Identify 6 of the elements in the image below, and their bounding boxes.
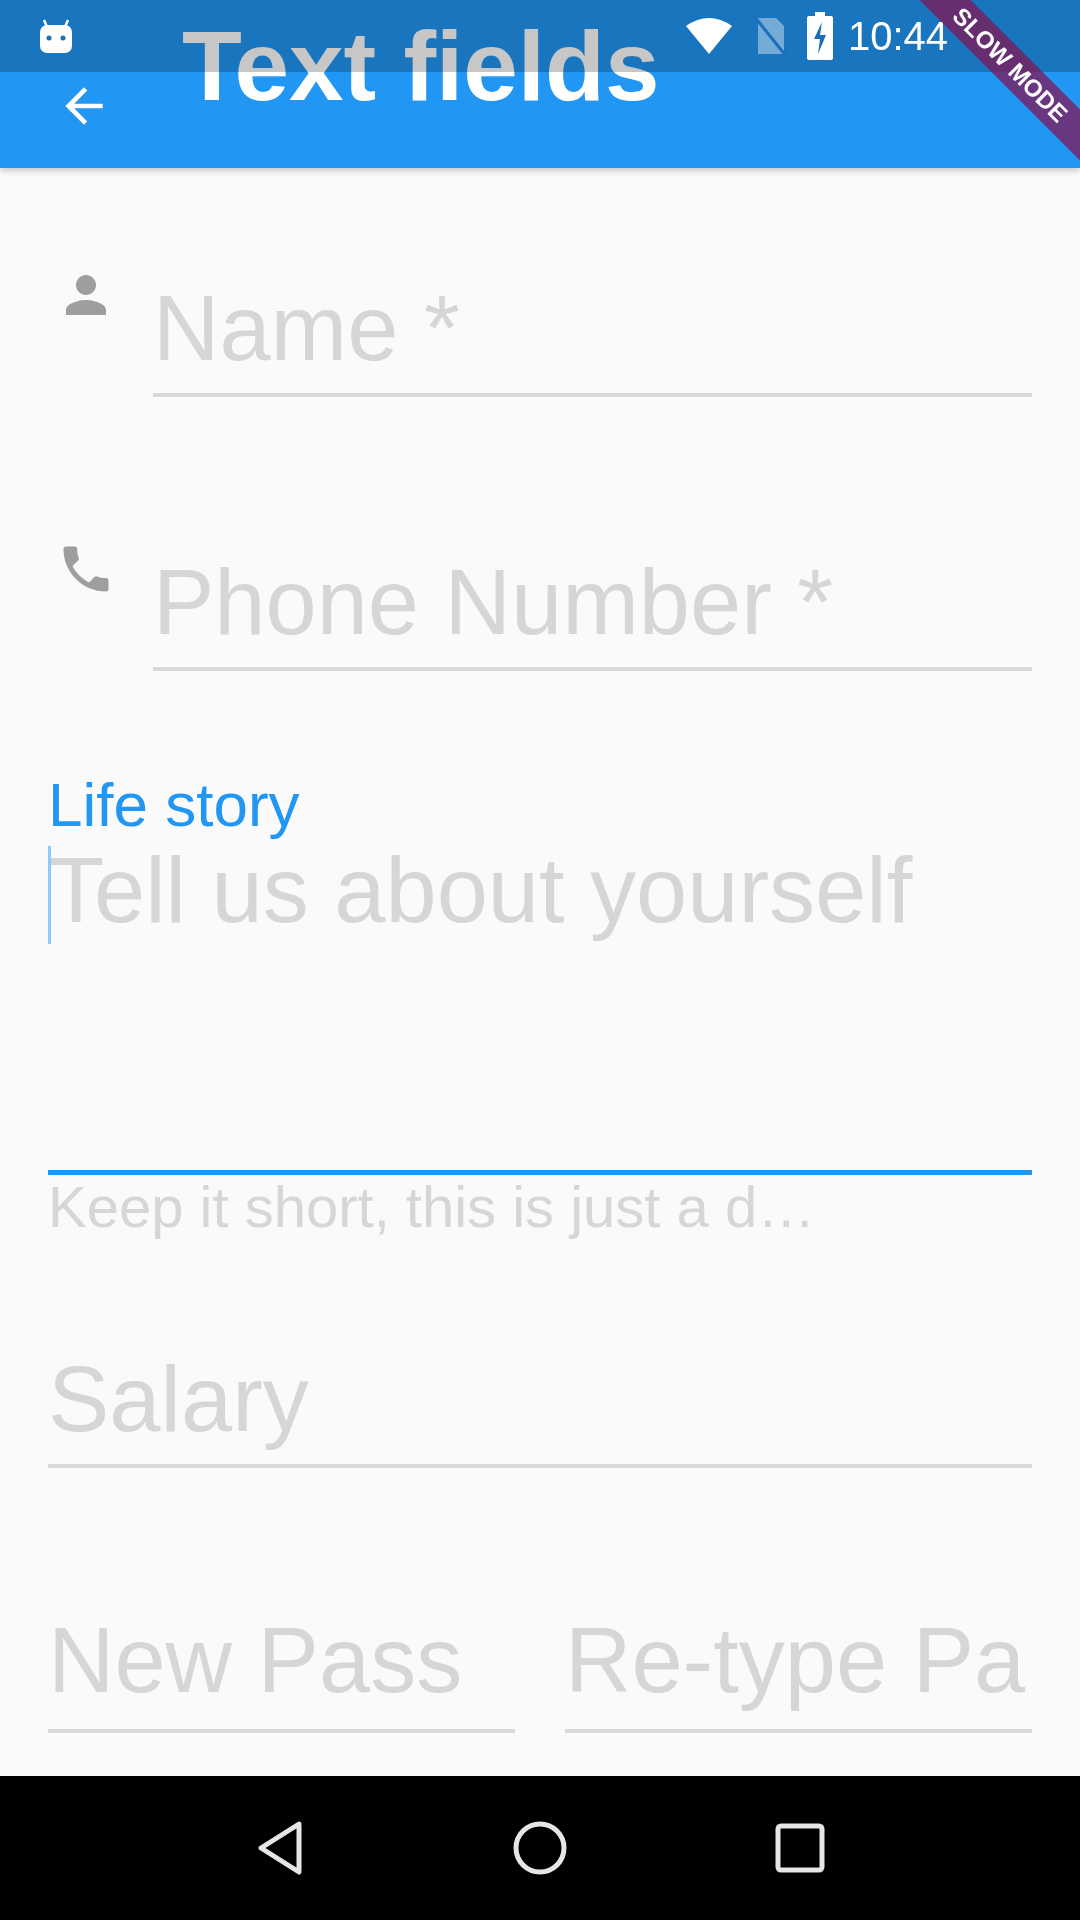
clock-time: 10:44 [847, 13, 948, 59]
wifi-icon [683, 16, 734, 56]
battery-charging-icon [805, 12, 834, 60]
home-icon[interactable] [512, 1820, 568, 1876]
field-label: Life story [48, 769, 300, 841]
app-bar-title: Text fields [182, 17, 660, 115]
